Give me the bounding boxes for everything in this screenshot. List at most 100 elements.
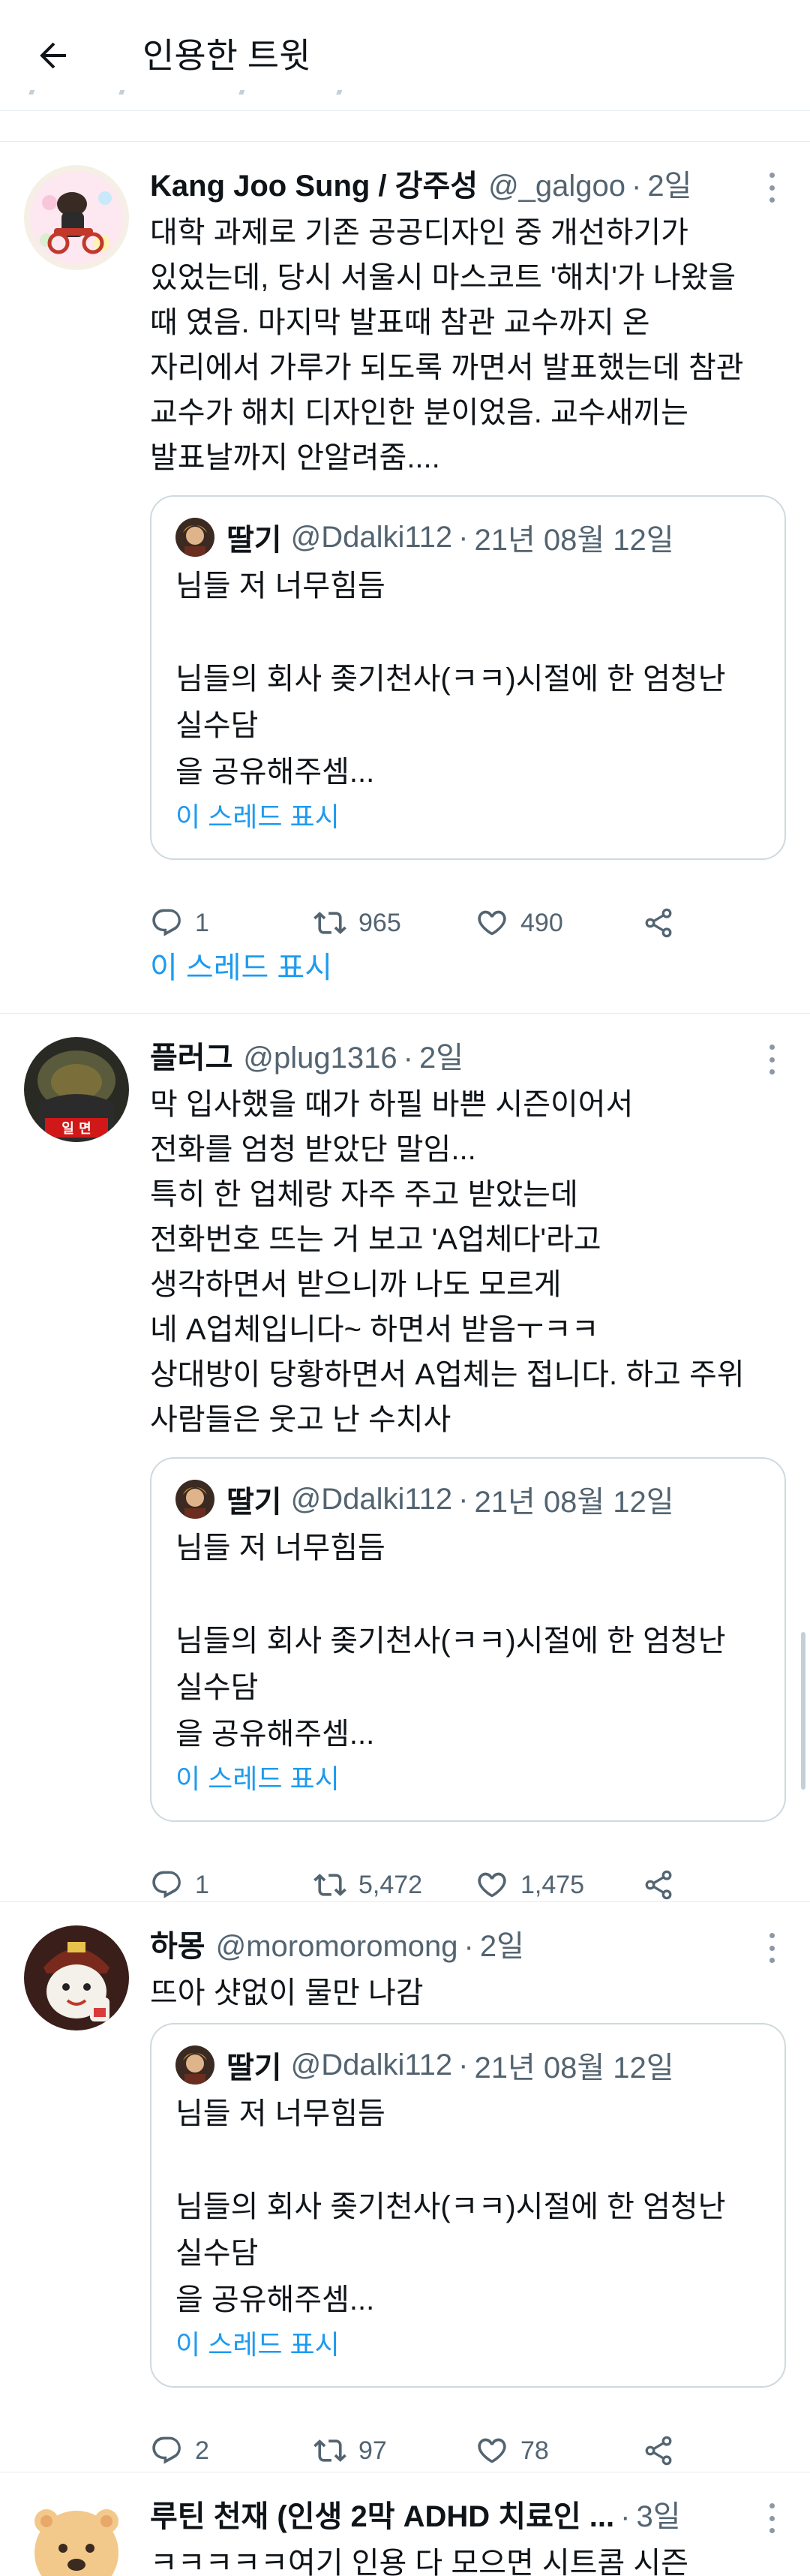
retweet-icon: [314, 2439, 346, 2462]
reply-button[interactable]: 1: [150, 900, 209, 945]
retweet-button[interactable]: 965: [314, 900, 401, 945]
display-name[interactable]: Kang Joo Sung / 강주성: [150, 165, 478, 207]
avatar-badge-text: 일 면: [62, 1121, 91, 1137]
reply-button[interactable]: 2: [150, 2428, 209, 2473]
quoted-tweet-text: 님들 저 너무힘듬 님들의 회사 좆기천사(ㅋㅋ)시절에 한 엄청난 실수담 을…: [176, 2097, 726, 2316]
retweet-button[interactable]: 5,472: [314, 1862, 422, 1907]
avatar[interactable]: [24, 165, 129, 270]
like-button[interactable]: 490: [476, 900, 563, 945]
separator-dot: ·: [464, 1930, 474, 1963]
reply-count: 1: [195, 1870, 209, 1899]
clipped-content: [0, 90, 810, 111]
quoted-avatar: [176, 1480, 214, 1519]
like-count: 1,475: [520, 1870, 585, 1899]
quoted-tweet-header: 딸기 @Ddalki112 · 21년 08월 12일: [176, 2044, 674, 2086]
more-icon: [770, 2503, 775, 2508]
tweet-header: Kang Joo Sung / 강주성 @_galgoo · 2일: [150, 165, 765, 207]
reply-icon: [152, 2436, 181, 2464]
like-count: 490: [520, 908, 563, 937]
heart-icon: [478, 1872, 506, 1898]
more-button[interactable]: [770, 1933, 776, 1963]
retweet-icon: [314, 912, 346, 934]
retweet-count: 97: [358, 2436, 387, 2465]
back-button[interactable]: [30, 33, 75, 78]
avatar[interactable]: 일 면: [24, 1037, 129, 1142]
reply-icon: [152, 1871, 181, 1898]
quoted-tweet-header: 딸기 @Ddalki112 · 21년 08월 12일: [176, 516, 674, 558]
retweet-count: 965: [358, 908, 401, 937]
quoted-show-thread-link[interactable]: 이 스레드 표시: [176, 1760, 340, 1798]
separator-dot: ·: [403, 1042, 413, 1075]
quoted-tweet[interactable]: 딸기 @Ddalki112 · 21년 08월 12일 님들 저 너무힘듬 님들…: [150, 495, 786, 860]
more-button[interactable]: [770, 2503, 776, 2533]
avatar[interactable]: [24, 1925, 129, 2030]
share-icon: [645, 1870, 672, 1900]
quoted-tweet-text: 님들 저 너무힘듬 님들의 회사 좆기천사(ㅋㅋ)시절에 한 엄청난 실수담 을…: [176, 570, 726, 789]
more-icon: [770, 1933, 775, 1938]
display-name[interactable]: 하몽: [150, 1925, 206, 1967]
quoted-show-thread-link[interactable]: 이 스레드 표시: [176, 2326, 340, 2364]
tweet-text: 대학 과제로 기존 공공디자인 중 개선하기가 있었는데, 당시 서울시 마스코…: [150, 216, 744, 474]
share-icon: [645, 908, 672, 938]
show-thread-link[interactable]: 이 스레드 표시: [150, 947, 332, 989]
quoted-avatar: [176, 2045, 214, 2085]
quoted-tweet[interactable]: 딸기 @Ddalki112 · 21년 08월 12일 님들 저 너무힘듬 님들…: [150, 2023, 786, 2388]
like-button[interactable]: 1,475: [476, 1862, 584, 1907]
quoted-tweet-text: 님들 저 너무힘듬 님들의 회사 좆기천사(ㅋㅋ)시절에 한 엄청난 실수담 을…: [176, 1531, 726, 1751]
quoted-tweet[interactable]: 딸기 @Ddalki112 · 21년 08월 12일 님들 저 너무힘듬 님들…: [150, 1457, 786, 1822]
handle[interactable]: @_galgoo: [488, 165, 626, 207]
retweet-icon: [314, 1874, 346, 1896]
tweet-4[interactable]: 루틴 천재 (인생 2막 ADHD 치료인 ... · 3일 ㅋㅋㅋㅋㅋ여기 인…: [0, 2473, 810, 2576]
tweet-text: 뜨아 샷없이 물만 나감: [150, 1976, 424, 2009]
quoted-avatar: [176, 518, 214, 557]
reply-count: 1: [195, 908, 209, 937]
reply-count: 2: [195, 2436, 209, 2465]
retweet-count: 5,472: [358, 1870, 423, 1899]
tweet-3[interactable]: 하몽 @moromoromong · 2일 뜨아 샷없이 물만 나감 딸기 @D…: [0, 1903, 810, 2470]
tweet-1[interactable]: Kang Joo Sung / 강주성 @_galgoo · 2일 대학 과제로…: [0, 143, 810, 1013]
separator-dot: ·: [632, 170, 642, 203]
action-bar: 1 965 490: [150, 900, 720, 945]
more-icon: [770, 1045, 775, 1050]
share-button[interactable]: [642, 1862, 675, 1907]
like-button[interactable]: 78: [476, 2428, 549, 2473]
tweet-text: 막 입사했을 때가 하필 바쁜 시즌이어서 전화를 엄청 받았단 말임... 특…: [150, 1088, 745, 1436]
tweet-header: 플러그 @plug1316 · 2일: [150, 1037, 765, 1079]
more-button[interactable]: [770, 1045, 776, 1075]
retweet-button[interactable]: 97: [314, 2428, 387, 2473]
timestamp[interactable]: 3일: [636, 2496, 680, 2538]
handle[interactable]: @moromoromong: [216, 1925, 458, 1967]
arrow-left-icon: [40, 42, 66, 69]
separator-dot: ·: [620, 2500, 631, 2533]
share-button[interactable]: [642, 900, 675, 945]
avatar[interactable]: [24, 2496, 129, 2576]
reply-button[interactable]: 1: [150, 1862, 209, 1907]
page-title: 인용한 트윗: [142, 36, 311, 75]
action-bar: 2 97 78: [150, 2428, 720, 2473]
divider: [0, 141, 810, 142]
like-count: 78: [520, 2436, 549, 2465]
timestamp[interactable]: 2일: [480, 1925, 524, 1967]
display-name[interactable]: 플러그: [150, 1037, 232, 1079]
tweet-header: 루틴 천재 (인생 2막 ADHD 치료인 ... · 3일: [150, 2496, 765, 2538]
divider: [0, 1013, 810, 1014]
handle[interactable]: @plug1316: [243, 1037, 397, 1079]
quoted-tweet-header: 딸기 @Ddalki112 · 21년 08월 12일: [176, 1478, 674, 1520]
more-icon: [770, 173, 775, 178]
share-icon: [645, 2436, 672, 2466]
tweet-text: ㅋㅋㅋㅋㅋ여기 인용 다 모으면 시트콤 시즌: [150, 2547, 688, 2576]
tweet-header: 하몽 @moromoromong · 2일: [150, 1925, 765, 1967]
more-button[interactable]: [770, 173, 776, 203]
divider: [0, 1901, 810, 1902]
quoted-show-thread-link[interactable]: 이 스레드 표시: [176, 798, 340, 836]
scrollbar[interactable]: [801, 1632, 806, 1790]
timestamp[interactable]: 2일: [419, 1037, 464, 1079]
tweet-2[interactable]: 일 면 플러그 @plug1316 · 2일 막 입사했을 때가 하필 바쁜 시…: [0, 1014, 810, 1901]
share-button[interactable]: [642, 2428, 675, 2473]
timestamp[interactable]: 2일: [647, 165, 692, 207]
display-name[interactable]: 루틴 천재 (인생 2막 ADHD 치료인 ...: [150, 2496, 614, 2538]
reply-icon: [152, 909, 181, 936]
heart-icon: [478, 2438, 506, 2463]
top-bar: 인용한 트윗: [0, 0, 810, 111]
action-bar: 1 5,472 1,475: [150, 1862, 720, 1907]
